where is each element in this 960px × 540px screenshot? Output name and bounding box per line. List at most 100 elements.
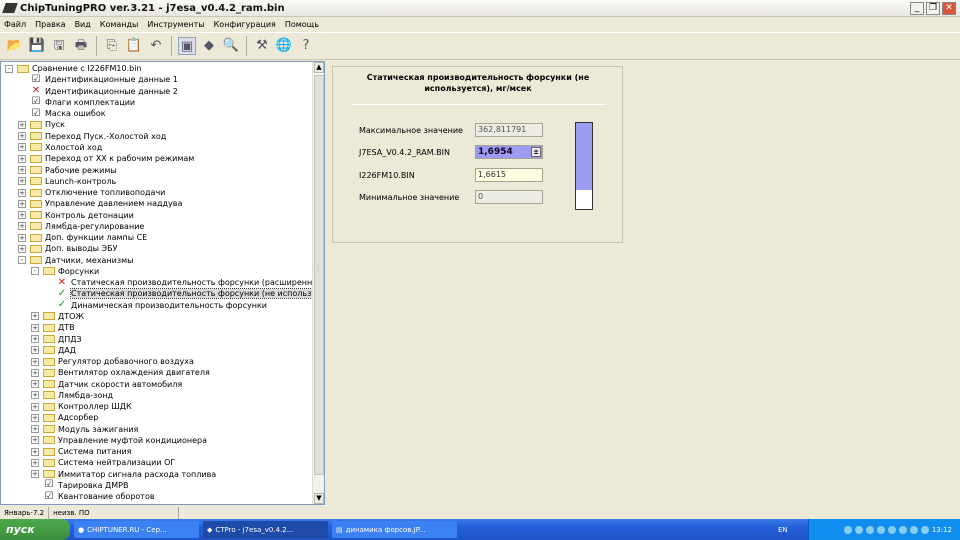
collapse-icon[interactable]: -	[18, 256, 26, 265]
help-icon[interactable]: ?	[297, 37, 315, 55]
tree-item[interactable]: + Контроль детонации	[1, 209, 324, 220]
tray-icon[interactable]	[854, 525, 863, 534]
tray-icon[interactable]	[898, 525, 907, 534]
undo-icon[interactable]: ↶	[147, 37, 165, 55]
spin-icon[interactable]: ±	[531, 147, 541, 157]
menu-6[interactable]: Помощь	[285, 20, 319, 29]
expand-icon[interactable]: +	[18, 188, 26, 197]
expand-icon[interactable]: +	[31, 413, 39, 422]
tree-item[interactable]: + Регулятор добавочного воздуха	[1, 356, 324, 367]
expand-icon[interactable]: +	[31, 368, 39, 377]
tree-item[interactable]: ✓ Динамическая производительность форсунк…	[1, 300, 324, 311]
tray-icon[interactable]	[876, 525, 885, 534]
tree-item[interactable]: + Рабочие режимы	[1, 164, 324, 175]
tree-item[interactable]: + Доп. функции лампы CE	[1, 232, 324, 243]
task-browser[interactable]: ● CHIPTUNER.RU - Сер...	[74, 521, 199, 538]
expand-icon[interactable]: +	[18, 211, 26, 220]
expand-icon[interactable]: +	[18, 166, 26, 175]
copy-icon[interactable]: ⎘	[103, 37, 121, 55]
expand-icon[interactable]: +	[31, 458, 39, 467]
close-button[interactable]: ✕	[942, 2, 956, 15]
tools-icon[interactable]: ⚒	[253, 37, 271, 55]
expand-icon[interactable]: +	[18, 199, 26, 208]
tree-item[interactable]: + Пуск	[1, 119, 324, 130]
tree-item[interactable]: + ДТВ	[1, 322, 324, 333]
tree-item[interactable]: ✕ Статическая производительность форсунки…	[1, 277, 324, 288]
expand-icon[interactable]: +	[31, 312, 39, 321]
tree-item[interactable]: + Управление муфтой кондиционера	[1, 435, 324, 446]
tree-item[interactable]: + ДТОЖ	[1, 311, 324, 322]
expand-icon[interactable]: +	[18, 222, 26, 231]
expand-icon[interactable]: +	[18, 132, 26, 141]
chart-icon[interactable]: ▣	[178, 37, 196, 55]
tree-item[interactable]: + ДАД	[1, 345, 324, 356]
save-icon[interactable]: 💾	[28, 37, 46, 55]
tray-icon[interactable]	[843, 525, 852, 534]
tree-item[interactable]: + Лямбда-зонд	[1, 390, 324, 401]
tree-item[interactable]: + Переход от ХХ к рабочим режимам	[1, 153, 324, 164]
tree-item[interactable]: ✓ Статическая производительность форсунки…	[1, 288, 324, 300]
tray-icon[interactable]	[909, 525, 918, 534]
tree-item[interactable]: + Система питания	[1, 446, 324, 457]
task-image[interactable]: ▤ динамика форсов.JP...	[332, 521, 457, 538]
expand-icon[interactable]: +	[31, 436, 39, 445]
tree-item[interactable]: + Холостой ход	[1, 142, 324, 153]
minimize-button[interactable]: _	[910, 2, 924, 15]
expand-icon[interactable]: +	[18, 177, 26, 186]
menu-5[interactable]: Конфигурация	[214, 20, 276, 29]
save-as-icon[interactable]: 🖫	[50, 37, 68, 55]
tree-item[interactable]: + Переход Пуск.-Холостой ход	[1, 131, 324, 142]
menu-0[interactable]: Файл	[4, 20, 26, 29]
maximize-button[interactable]: ❐	[926, 2, 940, 15]
tree-item[interactable]: + Отключение топливоподачи	[1, 187, 324, 198]
tree-item[interactable]: ☑ Флаги комплектации	[1, 97, 324, 108]
expand-icon[interactable]: +	[18, 120, 26, 129]
scroll-up-icon[interactable]: ▲	[314, 62, 324, 73]
expand-icon[interactable]: +	[18, 143, 26, 152]
open-icon[interactable]: 📂	[6, 37, 24, 55]
info-icon[interactable]: ◆	[200, 37, 218, 55]
menu-2[interactable]: Вид	[75, 20, 91, 29]
tree-item[interactable]: ☑ Тарировка ДМРВ	[1, 480, 324, 491]
tree-item[interactable]: + Иммитатор сигнала расхода топлива	[1, 469, 324, 480]
tree-item[interactable]: + Доп. выводы ЭБУ	[1, 243, 324, 254]
tree-item[interactable]: ☑ Маска ошибок	[1, 108, 324, 119]
tree-item[interactable]: + Адсорбер	[1, 412, 324, 423]
tray-icon[interactable]	[920, 525, 929, 534]
expand-icon[interactable]: +	[31, 335, 39, 343]
tree-scrollbar[interactable]: ▲ ▼	[312, 62, 324, 504]
collapse-icon[interactable]: -	[31, 267, 39, 276]
expand-icon[interactable]: +	[31, 447, 39, 456]
tree-item[interactable]: ☑ Идентификационные данные 1	[1, 74, 324, 85]
tree-item[interactable]: + Модуль зажигания	[1, 424, 324, 435]
menu-4[interactable]: Инструменты	[147, 20, 204, 29]
tree-item[interactable]: + Система нейтрализации ОГ	[1, 457, 324, 468]
network-icon[interactable]: 🌐	[275, 37, 293, 55]
paste-icon[interactable]: 📋	[125, 37, 143, 55]
expand-icon[interactable]: +	[31, 391, 39, 400]
print-icon[interactable]: 🖶	[72, 37, 90, 55]
expand-icon[interactable]: +	[31, 380, 39, 389]
start-button[interactable]: пуск	[0, 519, 70, 540]
scroll-down-icon[interactable]: ▼	[314, 493, 324, 504]
expand-icon[interactable]: +	[18, 154, 26, 163]
expand-icon[interactable]: +	[31, 402, 39, 411]
tray-icon[interactable]	[887, 525, 896, 534]
tree-item[interactable]: + Лямбда-регулирование	[1, 221, 324, 232]
tree-item[interactable]: - Датчики, механизмы	[1, 255, 324, 266]
expand-icon[interactable]: +	[31, 346, 39, 355]
tree-item[interactable]: ✕ Идентификационные данные 2	[1, 86, 324, 97]
expand-icon[interactable]: +	[31, 425, 39, 434]
collapse-icon[interactable]: -	[5, 64, 13, 73]
expand-icon[interactable]: +	[31, 470, 39, 479]
expand-icon[interactable]: +	[18, 244, 26, 253]
scroll-thumb[interactable]	[314, 75, 324, 475]
task-ctpro[interactable]: ◆ CTPro - j7esa_v0.4.2...	[203, 521, 328, 538]
menu-1[interactable]: Правка	[35, 20, 65, 29]
tree-item[interactable]: + Управление давлением наддува	[1, 198, 324, 209]
expand-icon[interactable]: +	[18, 233, 26, 242]
search-icon[interactable]: 🔍	[222, 37, 240, 55]
tree-item[interactable]: + Вентилятор охлаждения двигателя	[1, 367, 324, 378]
tree-item[interactable]: + Датчик скорости автомобиля	[1, 378, 324, 389]
tree-item[interactable]: + Контроллер ШДК	[1, 401, 324, 412]
